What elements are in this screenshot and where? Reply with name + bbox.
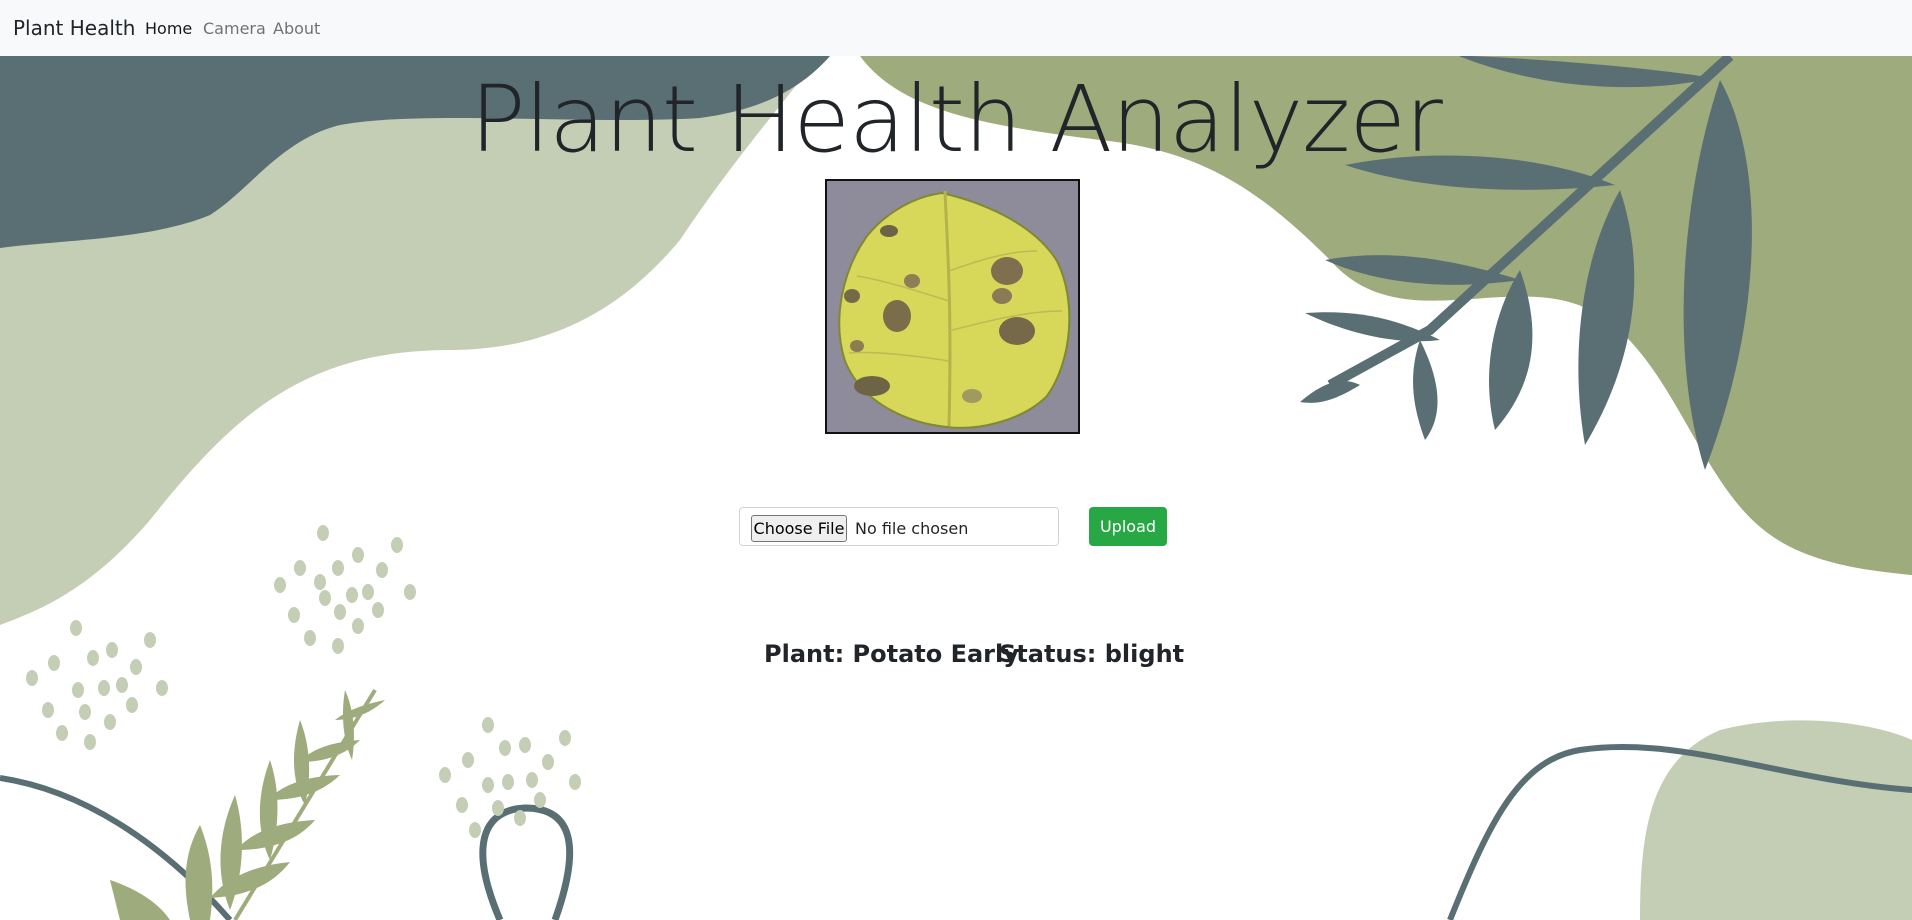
loop-curve-shape — [479, 804, 574, 920]
page-title: Plant Health Analyzer — [470, 66, 1443, 173]
nav-link-camera[interactable]: Camera — [203, 19, 266, 39]
leaf-picture-shape — [827, 181, 1078, 432]
dots-cluster-shape — [26, 620, 168, 750]
uploaded-leaf-image — [825, 179, 1080, 434]
file-input[interactable]: Choose File No file chosen — [739, 507, 1059, 546]
top-navbar: Plant Health Home Camera About — [0, 0, 1912, 56]
choose-file-button[interactable]: Choose File — [751, 515, 847, 542]
fern-shape — [110, 688, 385, 920]
nav-link-about[interactable]: About — [273, 19, 320, 39]
nav-link-home[interactable]: Home — [145, 19, 192, 39]
dots-cluster-shape — [274, 525, 416, 654]
result-plant: Plant: Potato Early — [764, 640, 1019, 668]
result-status: Status: blight — [999, 640, 1185, 668]
file-status-text: No file chosen — [855, 519, 969, 538]
navbar-brand[interactable]: Plant Health — [13, 16, 135, 40]
upload-button[interactable]: Upload — [1089, 507, 1167, 546]
